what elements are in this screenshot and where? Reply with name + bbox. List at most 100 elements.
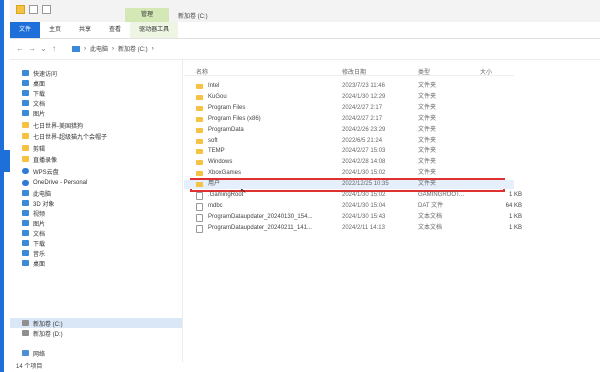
sidebar-item[interactable]: 新加卷 (D:) [22,328,63,338]
file-row[interactable]: Windows 2024/2/28 14:08 文件夹 [184,158,514,167]
file-date: 2024/1/30 15:02 [342,192,386,198]
sidebar-item[interactable]: 下载 [22,88,45,98]
file-row[interactable]: .GamingRoot 2024/1/30 15:02 GAMINGROOT... 1… [184,191,522,200]
sidebar-item-label: 3D 对象 [33,201,55,208]
file-row[interactable]: TEMP 2024/2/27 15:03 文件夹 [184,147,514,156]
drive-icon [22,330,29,336]
3d-objects-icon [22,200,29,206]
file-type: DAT 文件 [418,202,444,209]
breadcrumb-this-pc[interactable]: 此电脑 [90,44,108,53]
file-type: 文件夹 [418,159,437,166]
file-row[interactable]: Intel 2023/7/23 11:46 文件夹 [184,82,514,91]
ribbon-tab-2[interactable]: 共享 [70,22,100,38]
file-date: 2024/2/26 23:29 [342,126,386,133]
file-row[interactable]: 用户 2022/12/25 10:35 文件夹 [184,180,514,190]
navigation-pane: 快速访问 桌面 下载 文档 图片 七日世界-美国猎狗 七日世界-超级猫九个会帽子 剪辑 直播录像… [10,60,183,362]
document-icon [22,230,29,236]
file-row[interactable]: ProgramDataupdater_20240211_141... 2024/2… [184,224,522,233]
header-divider [184,75,514,76]
sidebar-item[interactable]: 文档 [22,228,45,238]
file-name: ProgramDataupdater_20240130_154... [208,213,313,220]
sidebar-item[interactable]: 剪辑 [22,143,45,153]
sidebar-item[interactable]: 网络 [22,348,45,358]
network-icon [22,350,29,356]
file-row[interactable]: Program Files (x86) 2024/2/27 2:17 文件夹 [184,115,514,124]
address-box[interactable]: › 此电脑 › 新加卷 (C:) › [72,43,192,54]
file-row[interactable]: soft 2022/6/5 21:24 文件夹 [184,137,514,146]
sidebar-item[interactable]: 文档 [22,98,45,108]
new-folder-icon[interactable] [42,5,51,14]
forward-arrow-icon[interactable]: → [28,44,36,53]
sidebar-item[interactable]: 视频 [22,208,45,218]
sidebar-item[interactable]: 桌面 [22,258,45,268]
sidebar-item[interactable]: 七日世界-美国猎狗 [22,120,83,130]
sidebar-item[interactable]: WPS云盘 [22,166,59,176]
sidebar-item[interactable]: OneDrive - Personal [22,178,87,188]
file-size: 1 KB [508,224,522,231]
sidebar-item[interactable]: 直播录像 [22,154,57,164]
sidebar-item-label: 视频 [33,211,46,218]
file-date: 2024/2/27 2:17 [342,104,383,111]
file-row[interactable]: ProgramDataupdater_20240130_154... 2024/1… [184,213,522,222]
up-arrow-icon[interactable]: ↑ [52,44,56,53]
sidebar-item-label: 图片 [33,221,46,228]
breadcrumb-drive[interactable]: 新加卷 (C:) [118,44,148,53]
sidebar-item-label: 网络 [33,351,46,358]
file-name: Windows [208,159,233,166]
ribbon-tab-3[interactable]: 查看 [100,22,130,38]
recent-chevron-icon[interactable]: ⌄ [40,44,47,53]
file-type: 文本文档 [418,213,443,220]
file-type: 文件夹 [418,170,437,177]
quick-access-toolbar [16,5,51,14]
drive-icon [22,320,29,326]
folder-icon [22,156,29,162]
sidebar-item[interactable]: 七日世界-超级猫九个会帽子 [22,131,107,141]
manage-context-tab[interactable]: 管理 [125,8,169,22]
file-type: 文件夹 [418,83,437,89]
file-name: Intel [208,83,220,89]
desktop-icon [22,260,29,266]
sidebar-item-label: OneDrive - Personal [33,180,88,186]
file-name: .GamingRoot [208,192,244,198]
file-size: 1 KB [508,213,522,220]
sidebar-item[interactable]: 下载 [22,238,45,248]
status-bar: 14 个项目 [16,364,43,370]
ribbon-tab-1[interactable]: 主页 [40,22,70,38]
sidebar-item[interactable]: 3D 对象 [22,198,54,208]
folder-icon [196,149,203,155]
file-date: 2024/2/27 15:03 [342,148,386,155]
download-icon [22,240,29,246]
sidebar-item[interactable]: 图片 [22,218,45,228]
file-name: Program Files [208,104,246,111]
sidebar-item-label: 下载 [33,91,46,98]
computer-icon [72,45,80,52]
video-icon [22,210,29,216]
document-icon [22,100,29,106]
back-arrow-icon[interactable]: ← [16,44,24,53]
file-type: 文件夹 [418,115,437,122]
folder-icon [22,133,29,139]
file-row[interactable]: mdbc 2024/1/30 15:04 DAT 文件 64 KB [184,202,522,211]
properties-icon[interactable] [29,5,38,14]
ribbon-tab-4[interactable]: 驱动器工具 [130,22,179,38]
file-row[interactable]: XboxGames 2024/1/30 15:02 文件夹 [184,169,514,178]
sidebar-item[interactable]: 桌面 [22,78,45,88]
file-type: GAMINGROOT... [418,192,465,198]
file-row[interactable]: Program Files 2024/2/27 2:17 文件夹 [184,104,514,113]
file-row[interactable]: KuGou 2024/1/30 12:29 文件夹 [184,93,514,102]
sidebar-item[interactable]: 快速访问 [22,68,57,78]
file-size: 1 KB [508,192,522,198]
folder-icon [196,182,203,188]
folder-icon [22,145,29,151]
sidebar-item[interactable]: 新加卷 (C:) [10,318,182,328]
sidebar-item[interactable]: 音乐 [22,248,45,258]
file-row[interactable]: ProgramData 2024/2/26 23:29 文件夹 [184,126,514,135]
file-date: 2022/12/25 10:35 [342,181,389,188]
sidebar-item[interactable]: 图片 [22,108,45,118]
sidebar-item[interactable]: 此电脑 [22,188,51,198]
desktop-edge [0,0,14,372]
folder-icon [196,94,203,100]
sidebar-item-label: 桌面 [33,81,46,88]
ribbon-tab-0[interactable]: 文件 [10,22,41,38]
file-size: 64 KB [505,202,522,209]
